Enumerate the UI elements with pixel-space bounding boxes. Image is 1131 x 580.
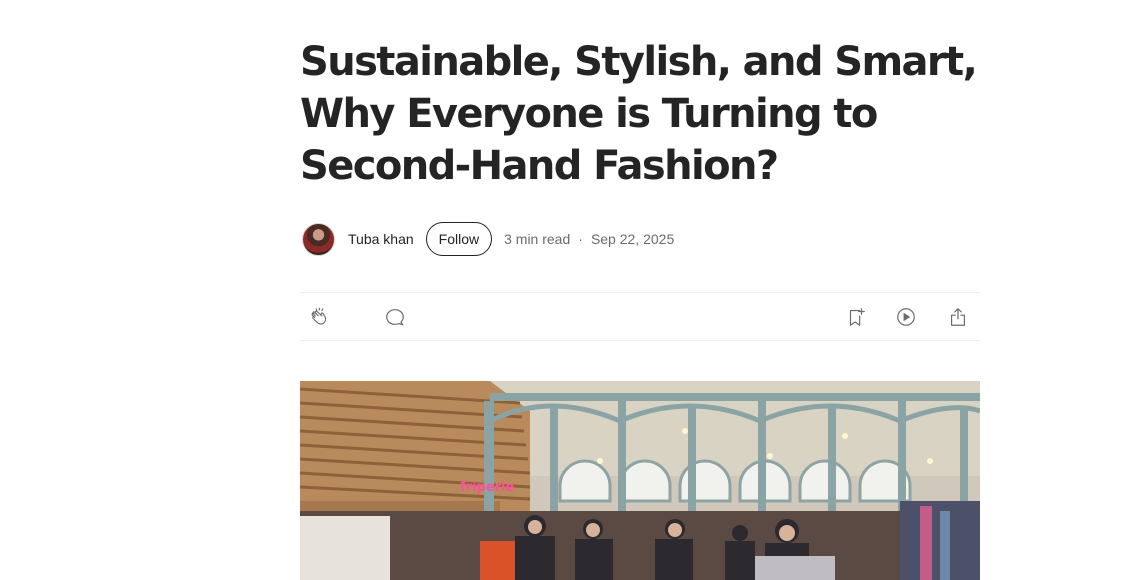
article-meta: 3 min read · Sep 22, 2025 — [504, 231, 674, 247]
clap-icon[interactable] — [308, 305, 332, 329]
publish-date: Sep 22, 2025 — [590, 231, 675, 247]
play-circle-icon[interactable] — [894, 305, 918, 329]
action-bar — [300, 292, 980, 341]
follow-button[interactable]: Follow — [425, 222, 493, 256]
author-avatar[interactable] — [302, 222, 335, 256]
neon-sign: friperie — [460, 480, 515, 495]
byline: Tuba khan Follow 3 min read · Sep 22, 20… — [300, 222, 980, 256]
article-title: Sustainable, Stylish, and Smart, Why Eve… — [300, 39, 978, 189]
hero-image: friperie — [300, 381, 980, 580]
share-icon[interactable] — [946, 305, 970, 329]
market-hall-photo: friperie — [300, 381, 980, 580]
meta-separator: · — [578, 231, 583, 247]
read-time: 3 min read — [504, 231, 571, 247]
author-name[interactable]: Tuba khan — [348, 231, 414, 247]
bookmark-add-icon[interactable] — [844, 305, 868, 329]
response-bubble-icon[interactable] — [383, 305, 407, 329]
